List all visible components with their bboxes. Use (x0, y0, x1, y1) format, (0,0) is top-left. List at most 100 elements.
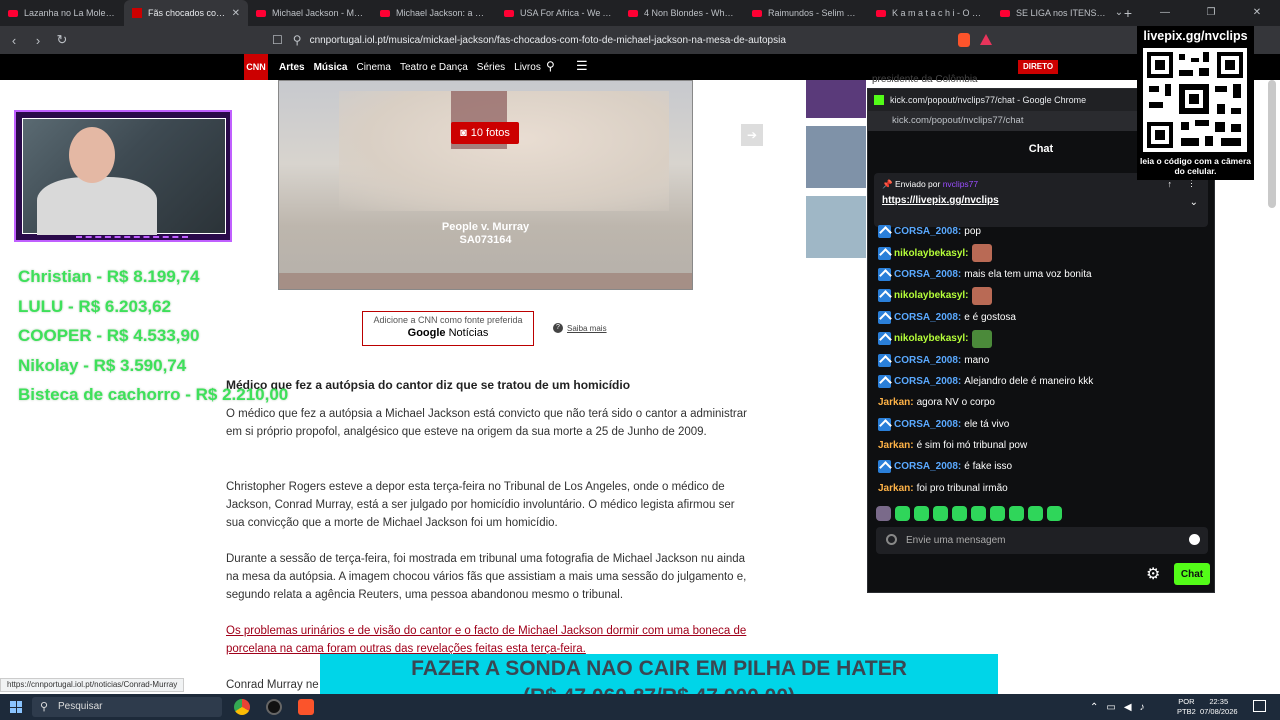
emote-icon[interactable] (933, 506, 948, 521)
chat-message[interactable]: CORSA_2008: pop (878, 221, 1208, 242)
menu-icon[interactable]: ☰ (576, 58, 588, 74)
maximize-icon[interactable]: ❐ (1188, 0, 1234, 26)
emote-icon[interactable] (895, 506, 910, 521)
search-icon[interactable]: ⚲ (546, 59, 555, 73)
nav-link-teatro[interactable]: Teatro e Dança (400, 62, 468, 73)
browser-tab-active[interactable]: Fãs chocados com fo ✕ (124, 0, 248, 26)
browser-tab[interactable]: Michael Jackson: a histór (372, 0, 496, 26)
emote-icon[interactable] (1009, 506, 1024, 521)
chat-username[interactable]: CORSA_2008: (894, 419, 961, 430)
emote-icon[interactable] (1028, 506, 1043, 521)
related-thumbnail[interactable] (806, 196, 866, 258)
brave-shields-icon[interactable] (958, 33, 970, 47)
chrome-icon[interactable] (234, 699, 250, 715)
saiba-mais-link[interactable]: ? Saiba mais (553, 323, 607, 333)
pinned-by-label: Enviado por (894, 179, 941, 189)
brave-icon[interactable] (298, 699, 314, 715)
speaker-icon[interactable]: ♪ (1140, 702, 1145, 713)
network-icon[interactable]: ▭ (1106, 702, 1115, 713)
chat-username[interactable]: nikolaybekasyl: (894, 290, 969, 301)
chat-username[interactable]: nikolaybekasyl: (894, 333, 969, 344)
nav-link-series[interactable]: Séries (477, 62, 505, 73)
browser-tab[interactable]: Lazanha no La Mole do L (0, 0, 124, 26)
chat-username[interactable]: Jarkan: (878, 440, 914, 451)
browser-tab[interactable]: K a m a t a c h i - O Psic (868, 0, 992, 26)
browser-tab[interactable]: USA For Africa - We Are (496, 0, 620, 26)
emote-icon[interactable] (914, 506, 929, 521)
volume-icon[interactable]: ◀ (1124, 702, 1132, 713)
emote-icon[interactable] (1047, 506, 1062, 521)
gear-icon[interactable]: ⚙ (1146, 564, 1160, 584)
close-tab-icon[interactable]: ✕ (232, 8, 240, 19)
nav-link-cinema[interactable]: Cinema (356, 62, 390, 73)
article-link-paragraph[interactable]: Os problemas urinários e de visão do can… (226, 622, 756, 658)
chat-username[interactable]: nikolaybekasyl: (894, 248, 969, 259)
notifications-icon[interactable] (1253, 700, 1266, 712)
nav-link-livros[interactable]: Livros (514, 62, 541, 73)
chat-message[interactable]: Jarkan: foi pro tribunal irmão (878, 478, 1208, 499)
forward-icon[interactable]: › (28, 33, 48, 48)
chat-message[interactable]: nikolaybekasyl: (878, 285, 1208, 306)
emote-icon[interactable] (990, 506, 1005, 521)
close-window-icon[interactable]: ✕ (1234, 0, 1280, 26)
emote-icon[interactable] (971, 506, 986, 521)
nav-link-musica[interactable]: Música (314, 62, 348, 73)
chat-message-input[interactable] (906, 531, 1176, 550)
chat-message[interactable]: CORSA_2008: mano (878, 349, 1208, 370)
related-thumbnail[interactable] (806, 80, 866, 118)
chat-message[interactable]: CORSA_2008: ele tá vivo (878, 414, 1208, 435)
chat-message[interactable]: CORSA_2008: é fake isso (878, 456, 1208, 477)
emoji-picker-icon[interactable] (1189, 534, 1200, 545)
nav-link-artes[interactable]: Artes (279, 62, 305, 73)
chat-message[interactable]: CORSA_2008: Alejandro dele é maneiro kkk (878, 371, 1208, 392)
next-photo-arrow-icon[interactable]: ➔ (741, 124, 763, 146)
chat-username[interactable]: Jarkan: (878, 483, 914, 494)
emote-icon[interactable] (876, 506, 891, 521)
related-thumbnail[interactable] (806, 126, 866, 188)
browser-tab[interactable]: 4 Non Blondes - What's U (620, 0, 744, 26)
tab-search-icon[interactable]: ⌄ (1096, 0, 1142, 26)
chat-message[interactable]: CORSA_2008: e é gostosa (878, 307, 1208, 328)
chat-message[interactable]: nikolaybekasyl: (878, 242, 1208, 263)
cnn-logo[interactable]: CNN (244, 54, 268, 80)
clock[interactable]: 22:35 07/08/2026 (1200, 697, 1238, 717)
pinned-message[interactable]: 📌 Enviado por nvclips77 https://livepix.… (874, 173, 1208, 227)
show-hidden-icons-icon[interactable]: ⌃ (1090, 702, 1098, 713)
chat-username[interactable]: CORSA_2008: (894, 312, 961, 323)
chat-message[interactable]: Jarkan: é sim foi mó tribunal pow (878, 435, 1208, 456)
taskbar-search[interactable]: ⚲ Pesquisar (32, 697, 222, 717)
site-info-icon[interactable]: ⚲ (293, 33, 302, 47)
page-scrollbar[interactable] (1268, 80, 1276, 208)
pinned-link[interactable]: https://livepix.gg/nvclips (882, 195, 999, 206)
bookmark-icon[interactable]: ☐ (272, 33, 283, 47)
chat-username[interactable]: CORSA_2008: (894, 376, 961, 387)
gallery-button[interactable]: ◙ 10 fotos (451, 122, 519, 144)
brave-rewards-icon[interactable] (980, 34, 992, 45)
chat-message[interactable]: CORSA_2008: mais ela tem uma voz bonita (878, 264, 1208, 285)
back-icon[interactable]: ‹ (4, 33, 24, 48)
obs-icon[interactable] (266, 699, 282, 715)
chat-username[interactable]: CORSA_2008: (894, 355, 961, 366)
minimize-icon[interactable]: — (1142, 0, 1188, 26)
live-button[interactable]: DIRETO (1018, 60, 1059, 74)
chevron-down-icon[interactable]: ⌄ (1190, 197, 1198, 208)
language-indicator[interactable]: POR PTB2 (1177, 697, 1196, 717)
address-bar[interactable]: cnnportugal.iol.pt/musica/mickael-jackso… (310, 35, 786, 46)
related-title[interactable]: presidente da Colômbia (872, 74, 978, 85)
reload-icon[interactable]: ↻ (52, 32, 72, 48)
browser-tab[interactable]: Raimundos - Selim + Letr (744, 0, 868, 26)
send-chat-button[interactable]: Chat (1174, 563, 1210, 585)
chat-username[interactable]: CORSA_2008: (894, 461, 961, 472)
browser-tab[interactable]: Michael Jackson - Man In (248, 0, 372, 26)
google-news-button[interactable]: Adicione a CNN como fonte preferida Goog… (362, 311, 534, 346)
windows-start-icon[interactable] (10, 701, 22, 713)
webcam-feed (22, 118, 226, 235)
chat-username[interactable]: Jarkan: (878, 397, 914, 408)
chat-username[interactable]: CORSA_2008: (894, 269, 961, 280)
chat-message[interactable]: nikolaybekasyl: (878, 328, 1208, 349)
article-photo[interactable]: People v. Murray SA073164 (278, 80, 693, 290)
emote-icon[interactable] (952, 506, 967, 521)
unpin-icon[interactable]: ↑ (1168, 179, 1173, 189)
chat-message[interactable]: Jarkan: agora NV o corpo (878, 392, 1208, 413)
chat-username[interactable]: CORSA_2008: (894, 226, 961, 237)
